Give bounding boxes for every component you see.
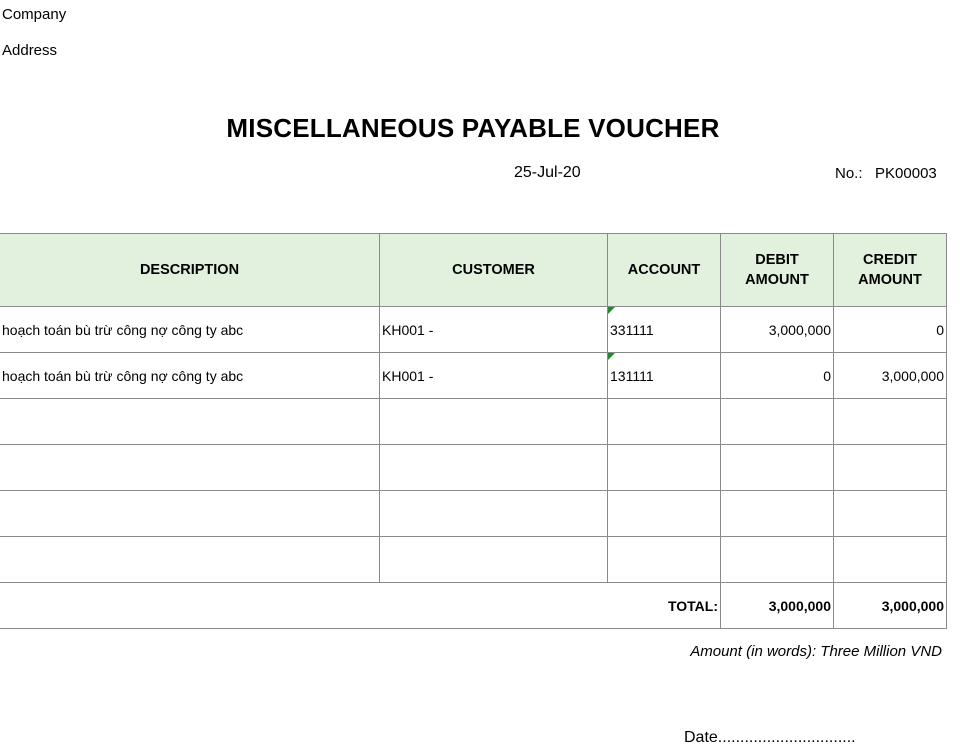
empty-cell[interactable] [720, 490, 834, 537]
column-header-credit: CREDIT AMOUNT [833, 233, 947, 307]
voucher-number-value: PK00003 [875, 165, 937, 182]
empty-cell[interactable] [607, 536, 721, 583]
amount-in-words: Amount (in words): Three Million VND [690, 643, 942, 660]
debit-header-text: DEBIT AMOUNT [745, 252, 809, 288]
description-cell[interactable]: hoạch toán bù trừ công nợ công ty abc [0, 306, 380, 353]
empty-cell[interactable] [379, 444, 608, 491]
voucher-date: 25-Jul-20 [514, 164, 581, 181]
empty-cell[interactable] [379, 536, 608, 583]
total-label: TOTAL: [379, 582, 721, 629]
empty-row [0, 536, 947, 583]
column-header-debit: DEBIT AMOUNT [720, 233, 834, 307]
table-header-row: DESCRIPTION CUSTOMER ACCOUNT DEBIT AMOUN… [0, 233, 947, 307]
empty-cell[interactable] [607, 444, 721, 491]
empty-cell[interactable] [0, 536, 380, 583]
date-signature-line: Date............................... [684, 729, 856, 746]
credit-cell[interactable]: 3,000,000 [833, 352, 947, 399]
credit-header-text: CREDIT AMOUNT [858, 252, 922, 288]
comment-indicator-icon [608, 307, 615, 314]
voucher-number-label: No.: [835, 165, 863, 182]
total-debit: 3,000,000 [720, 582, 834, 629]
credit-cell[interactable]: 0 [833, 306, 947, 353]
empty-cell[interactable] [833, 536, 947, 583]
table-row: hoạch toán bù trừ công nợ công ty abc KH… [0, 306, 947, 353]
empty-row [0, 490, 947, 537]
empty-row [0, 444, 947, 491]
total-spacer-cell [0, 582, 380, 629]
column-header-customer: CUSTOMER [379, 233, 608, 307]
empty-cell[interactable] [0, 398, 380, 445]
account-value: 331111 [610, 321, 654, 338]
account-value: 131111 [610, 367, 654, 384]
empty-cell[interactable] [720, 444, 834, 491]
debit-cell[interactable]: 0 [720, 352, 834, 399]
customer-cell[interactable]: KH001 - [379, 306, 608, 353]
customer-cell[interactable]: KH001 - [379, 352, 608, 399]
voucher-table: DESCRIPTION CUSTOMER ACCOUNT DEBIT AMOUN… [0, 233, 947, 629]
empty-cell[interactable] [0, 490, 380, 537]
empty-cell[interactable] [720, 398, 834, 445]
address-label: Address [2, 42, 58, 59]
empty-row [0, 398, 947, 445]
column-header-account: ACCOUNT [607, 233, 721, 307]
company-label: Company [2, 6, 67, 23]
debit-cell[interactable]: 3,000,000 [720, 306, 834, 353]
voucher-number: No.: PK00003 [835, 165, 937, 182]
empty-cell[interactable] [379, 490, 608, 537]
account-cell[interactable]: 331111 [607, 306, 721, 353]
empty-cell[interactable] [607, 490, 721, 537]
comment-indicator-icon [608, 353, 615, 360]
account-cell[interactable]: 131111 [607, 352, 721, 399]
empty-cell[interactable] [833, 398, 947, 445]
voucher-title: MISCELLANEOUS PAYABLE VOUCHER [226, 113, 720, 143]
total-row: TOTAL: 3,000,000 3,000,000 [0, 582, 947, 629]
empty-cell[interactable] [0, 444, 380, 491]
total-credit: 3,000,000 [833, 582, 947, 629]
column-header-description: DESCRIPTION [0, 233, 380, 307]
empty-cell[interactable] [833, 444, 947, 491]
empty-cell[interactable] [720, 536, 834, 583]
table-row: hoạch toán bù trừ công nợ công ty abc KH… [0, 352, 947, 399]
empty-cell[interactable] [379, 398, 608, 445]
empty-cell[interactable] [833, 490, 947, 537]
description-cell[interactable]: hoạch toán bù trừ công nợ công ty abc [0, 352, 380, 399]
empty-cell[interactable] [607, 398, 721, 445]
